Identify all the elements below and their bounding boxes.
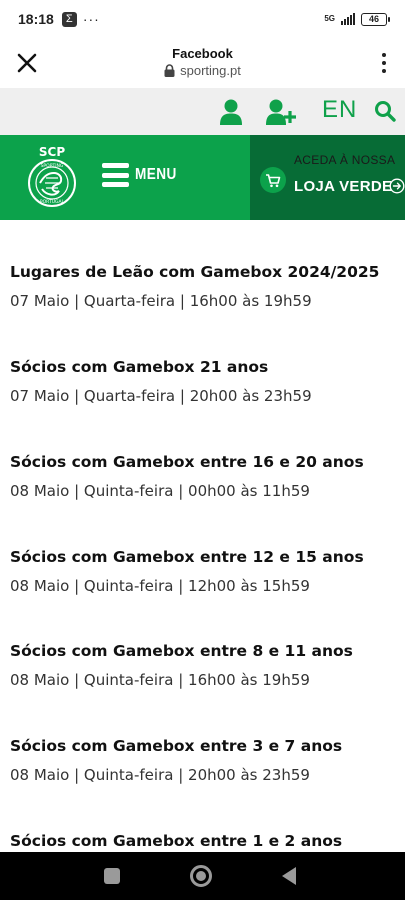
menu-button[interactable]: MENU (102, 163, 184, 187)
logo-ring-bottom: PORTUGAL (40, 199, 65, 205)
battery-icon: 46 (361, 12, 390, 26)
event-detail: 08 Maio | Quinta-feira | 16h00 às 19h59 (10, 671, 310, 689)
list-item: Sócios com Gamebox entre 3 e 7 anos 08 M… (10, 737, 400, 784)
browser-title: Facebook (172, 46, 233, 61)
event-title: Sócios com Gamebox entre 1 e 2 anos (10, 832, 343, 850)
more-notifications-icon: ··· (82, 11, 100, 27)
sigma-icon: Σ (61, 11, 77, 27)
utility-bar: EN (0, 88, 405, 135)
back-icon[interactable] (282, 867, 296, 885)
event-title: Sócios com Gamebox 21 anos (10, 358, 269, 376)
event-title: Lugares de Leão com Gamebox 2024/2025 (10, 263, 380, 281)
list-item: Sócios com Gamebox entre 16 e 20 anos 08… (10, 453, 400, 500)
url-text: sporting.pt (180, 63, 241, 78)
add-user-icon[interactable] (266, 98, 296, 126)
user-icon[interactable] (220, 98, 242, 126)
lock-icon (164, 64, 175, 77)
close-icon[interactable] (14, 50, 40, 76)
list-item: Sócios com Gamebox entre 12 e 15 anos 08… (10, 548, 400, 595)
system-nav-bar (0, 852, 405, 900)
sporting-logo[interactable]: SCP SPORTING PORTUGAL (24, 143, 80, 213)
list-item: Lugares de Leão com Gamebox 2024/2025 07… (10, 263, 400, 310)
site-header: SCP SPORTING PORTUGAL MENU ACEDA À NOSSA… (0, 135, 405, 220)
arrow-right-circle-icon (389, 178, 405, 194)
signal-icon (341, 13, 355, 25)
event-detail: 08 Maio | Quinta-feira | 12h00 às 15h59 (10, 577, 310, 595)
language-switch[interactable]: EN (322, 96, 357, 124)
home-icon[interactable] (190, 865, 212, 887)
browser-url: sporting.pt (164, 63, 241, 78)
event-title: Sócios com Gamebox entre 8 e 11 anos (10, 642, 353, 660)
browser-header: Facebook sporting.pt (0, 38, 405, 88)
status-indicators: 5G 46 (324, 12, 390, 26)
more-vertical-icon[interactable] (381, 53, 387, 73)
network-type: 5G (324, 14, 335, 23)
event-detail: 07 Maio | Quarta-feira | 16h00 às 19h59 (10, 292, 312, 310)
event-detail: 07 Maio | Quarta-feira | 20h00 às 23h59 (10, 387, 312, 405)
shop-link[interactable]: ACEDA À NOSSA LOJA VERDE (250, 135, 405, 220)
menu-label: MENU (135, 166, 177, 183)
logo-ring-top: SPORTING (41, 163, 64, 169)
browser-title-block: Facebook sporting.pt (90, 46, 315, 81)
shop-prompt: ACEDA À NOSSA (294, 153, 396, 167)
event-list: Lugares de Leão com Gamebox 2024/2025 07… (0, 220, 405, 852)
event-title: Sócios com Gamebox entre 16 e 20 anos (10, 453, 364, 471)
hamburger-icon (102, 163, 129, 187)
event-title: Sócios com Gamebox entre 12 e 15 anos (10, 548, 364, 566)
status-bar: 18:18 Σ ··· 5G 46 (0, 0, 405, 38)
recent-apps-icon[interactable] (104, 868, 120, 884)
event-detail: 08 Maio | Quinta-feira | 00h00 às 11h59 (10, 482, 310, 500)
list-item: Sócios com Gamebox entre 8 e 11 anos 08 … (10, 642, 400, 689)
list-item: Sócios com Gamebox entre 1 e 2 anos (10, 832, 400, 850)
event-detail: 08 Maio | Quinta-feira | 20h00 às 23h59 (10, 766, 310, 784)
cart-icon (260, 167, 286, 193)
status-time: 18:18 (18, 11, 54, 27)
battery-level: 46 (368, 13, 379, 24)
shop-label: LOJA VERDE (294, 178, 393, 195)
list-item: Sócios com Gamebox 21 anos 07 Maio | Qua… (10, 358, 400, 405)
logo-text-scp: SCP (39, 145, 65, 159)
search-icon[interactable] (374, 100, 396, 122)
event-title: Sócios com Gamebox entre 3 e 7 anos (10, 737, 343, 755)
